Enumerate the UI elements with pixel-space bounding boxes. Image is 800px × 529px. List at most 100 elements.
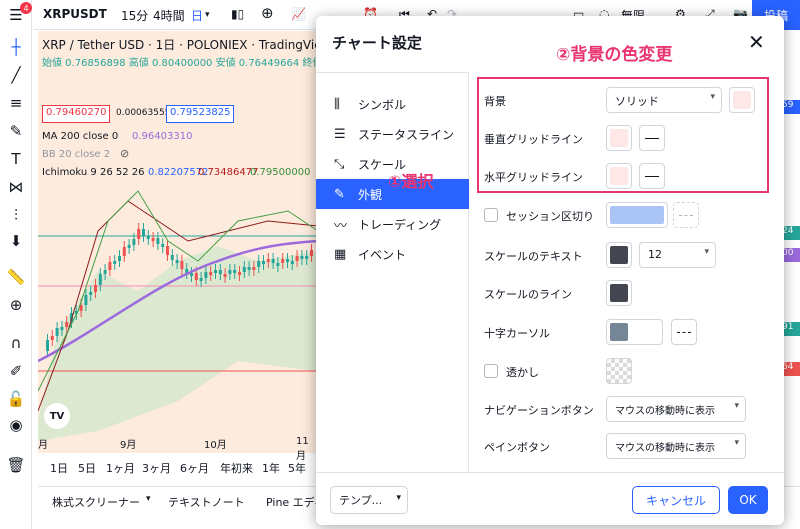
ma-label: MA 200 close 0 bbox=[42, 131, 119, 142]
chart-pane[interactable]: XRP / Tether USD · 1日 · POLONIEX · Tradi… bbox=[38, 31, 318, 453]
candle bbox=[156, 238, 160, 244]
chevron-down-icon: ▾ bbox=[396, 493, 401, 503]
candle bbox=[305, 256, 309, 259]
scale-text-color-swatch[interactable] bbox=[606, 242, 632, 268]
session-label: セッション区切り bbox=[506, 210, 594, 223]
candle bbox=[103, 270, 107, 274]
highlight-box bbox=[477, 77, 769, 193]
horizontal-lines-icon[interactable]: ≡ bbox=[0, 90, 32, 116]
spread-value: 0.00063555 bbox=[116, 108, 171, 118]
nav-label: イベント bbox=[358, 247, 407, 262]
scale-icon: ⤡ bbox=[334, 156, 345, 172]
nav-buttons-select[interactable]: マウスの移動時に表示 ▾ bbox=[606, 396, 746, 422]
eye-icon[interactable]: ◉ bbox=[0, 412, 32, 438]
trendline-icon[interactable]: ╱ bbox=[0, 62, 32, 88]
candle bbox=[281, 259, 285, 263]
pane-buttons-select[interactable]: マウスの移動時に表示 ▾ bbox=[606, 433, 746, 459]
nav-events[interactable]: ▦ イベント bbox=[316, 239, 469, 269]
nav-trading[interactable]: 〰 トレーディング bbox=[316, 209, 469, 239]
indicators-icon[interactable]: 📈 bbox=[291, 7, 306, 21]
color-fill bbox=[610, 323, 628, 341]
nav-label: ステータスライン bbox=[358, 127, 455, 142]
scale-line-color-swatch[interactable] bbox=[606, 280, 632, 306]
template-label: テンプ... bbox=[339, 494, 383, 507]
candle bbox=[242, 267, 246, 272]
ok-button[interactable]: OK bbox=[728, 486, 768, 514]
chevron-down-icon: ▾ bbox=[704, 247, 709, 257]
candle bbox=[161, 244, 165, 247]
pane-buttons-value: マウスの移動時に表示 bbox=[615, 443, 715, 454]
text-note-tab[interactable]: テキストノート bbox=[168, 494, 245, 510]
candle bbox=[286, 259, 289, 262]
lock-icon[interactable]: 🔓 bbox=[0, 386, 32, 412]
range-button[interactable]: 3ヶ月 bbox=[142, 460, 171, 476]
row-crosshair: 十字カーソル bbox=[484, 317, 774, 347]
text-tool-icon[interactable]: T bbox=[0, 146, 32, 172]
dialog-footer: テンプ... ▾ キャンセル OK bbox=[316, 472, 784, 525]
sell-price[interactable]: 0.79460270 bbox=[42, 105, 111, 123]
ruler-icon[interactable]: 📏 bbox=[0, 264, 32, 290]
row-watermark: 透かし bbox=[484, 356, 774, 386]
scale-text-size-select[interactable]: 12 ▾ bbox=[639, 242, 716, 268]
candle-type-icon[interactable]: ▮▯ bbox=[231, 7, 244, 21]
range-button[interactable]: 1年 bbox=[262, 460, 280, 476]
pane-buttons-label: ペインボタン bbox=[484, 441, 550, 454]
cancel-button[interactable]: キャンセル bbox=[632, 486, 720, 514]
line-style-icon bbox=[677, 331, 691, 333]
interval-day[interactable]: 日 bbox=[191, 7, 203, 24]
watermark-color-swatch[interactable] bbox=[606, 358, 632, 384]
stock-screener-tab[interactable]: 株式スクリーナー bbox=[52, 494, 140, 510]
candle bbox=[271, 259, 275, 263]
interval-15m[interactable]: 15分 bbox=[121, 7, 148, 24]
pattern-icon[interactable]: ⋈ bbox=[0, 174, 32, 200]
add-indicator-icon[interactable]: ⊕ bbox=[261, 4, 274, 22]
lock-drawing-icon[interactable]: ✐ bbox=[0, 358, 32, 384]
candle bbox=[84, 295, 88, 305]
crosshair-line-style[interactable] bbox=[671, 319, 697, 345]
row-navigation-buttons: ナビゲーションボタン マウスの移動時に表示 ▾ bbox=[484, 394, 774, 424]
pencil-icon: ✎ bbox=[334, 186, 345, 202]
brush-icon[interactable]: ✎ bbox=[0, 118, 32, 144]
price-chart bbox=[38, 190, 318, 441]
range-button[interactable]: 5年 bbox=[288, 460, 306, 476]
color-fill bbox=[610, 246, 628, 264]
close-icon[interactable]: ✕ bbox=[748, 30, 765, 54]
magnet-icon[interactable]: ∩ bbox=[0, 330, 32, 356]
trash-icon[interactable]: 🗑 bbox=[0, 452, 32, 478]
range-button[interactable]: 5日 bbox=[78, 460, 96, 476]
interval-4h[interactable]: 4時間 bbox=[153, 7, 185, 24]
color-fill bbox=[610, 284, 628, 302]
dialog-title: チャート設定 bbox=[332, 34, 422, 52]
chevron-down-icon[interactable]: ▾ bbox=[146, 494, 151, 504]
template-select[interactable]: テンプ... ▾ bbox=[330, 486, 408, 514]
range-button[interactable]: 6ヶ月 bbox=[180, 460, 209, 476]
eye-hidden-icon[interactable]: ⊘ bbox=[120, 147, 129, 160]
crosshair-color-swatch[interactable] bbox=[606, 319, 663, 345]
symbol-search[interactable]: XRPUSDT bbox=[43, 7, 107, 21]
watermark-checkbox[interactable] bbox=[484, 364, 498, 378]
nav-symbol[interactable]: ⫼ シンボル bbox=[316, 89, 469, 119]
candle bbox=[60, 327, 64, 330]
session-color-swatch[interactable] bbox=[606, 202, 668, 228]
arrow-down-icon[interactable]: ⬇ bbox=[0, 228, 32, 254]
candle bbox=[204, 272, 208, 278]
range-button[interactable]: 1日 bbox=[50, 460, 68, 476]
session-checkbox[interactable] bbox=[484, 208, 498, 222]
fib-icon[interactable]: ⫶ bbox=[0, 202, 32, 228]
range-button[interactable]: 1ヶ月 bbox=[106, 460, 135, 476]
left-toolbar: ☰ 4 ┼ ╱ ≡ ✎ T ⋈ ⫶ ⬇ 📏 ⊕ ∩ ✐ 🔓 ◉ 🗑 bbox=[0, 0, 32, 529]
nav-status-line[interactable]: ☰ ステータスライン bbox=[316, 119, 469, 149]
ma-value: 0.96403310 bbox=[132, 131, 193, 142]
settings-nav: ⫼ シンボル ☰ ステータスライン ⤡ スケール ✎ 外観 〰 トレーディング … bbox=[316, 72, 469, 472]
candle bbox=[151, 238, 155, 241]
crosshair-icon[interactable]: ┼ bbox=[0, 34, 32, 60]
zoom-icon[interactable]: ⊕ bbox=[0, 292, 32, 318]
session-line-style[interactable] bbox=[673, 202, 699, 228]
buy-price[interactable]: 0.79523825 bbox=[166, 105, 235, 123]
chevron-down-icon[interactable]: ▾ bbox=[205, 10, 210, 20]
range-bar: 1日 5日 1ヶ月 3ヶ月 6ヶ月 年初来 1年 5年 bbox=[38, 456, 318, 480]
scale-text-size-value: 12 bbox=[648, 248, 662, 261]
candle bbox=[276, 263, 280, 266]
candle bbox=[218, 270, 222, 274]
range-button[interactable]: 年初来 bbox=[220, 460, 253, 476]
